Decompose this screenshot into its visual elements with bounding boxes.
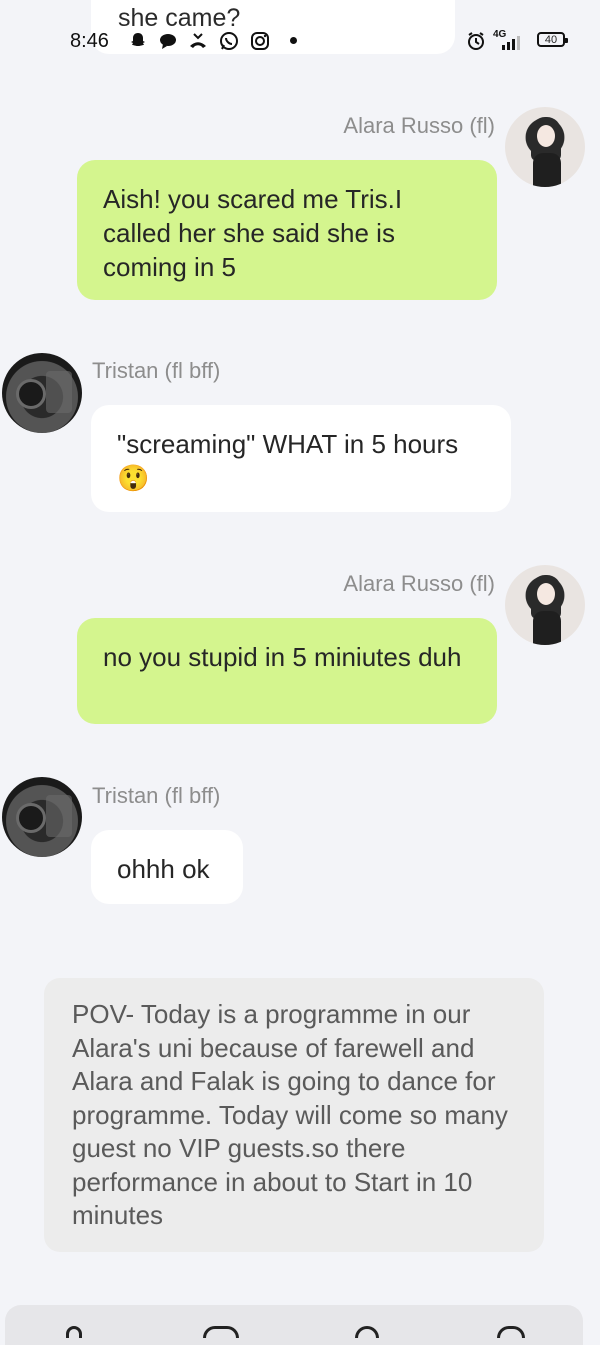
previous-message-text: she came? (118, 4, 241, 32)
message-bubble[interactable]: "screaming" WHAT in 5 hours 😲 (91, 405, 511, 512)
chat-bubble-icon (158, 31, 178, 51)
snapchat-icon (128, 31, 148, 51)
status-time: 8:46 (70, 30, 109, 52)
battery-level: 40 (544, 33, 558, 46)
whatsapp-icon (219, 31, 239, 51)
instagram-icon (250, 31, 270, 51)
avatar-tristan[interactable] (2, 777, 82, 857)
notification-dot-icon (290, 37, 297, 44)
battery-icon: 40 (537, 32, 568, 47)
message-bubble[interactable]: no you stupid in 5 miniutes duh (77, 618, 497, 724)
bottom-action-bar (5, 1305, 583, 1345)
sender-name-tristan: Tristan (fl bff) (92, 783, 221, 808)
alarm-icon (466, 31, 486, 51)
avatar-tristan[interactable] (2, 353, 82, 433)
sender-name-alara: Alara Russo (fl) (343, 571, 495, 596)
message-bubble[interactable]: ohhh ok (91, 830, 243, 904)
signal-icon (500, 36, 522, 55)
comment-icon[interactable] (203, 1326, 239, 1338)
sender-name-alara: Alara Russo (fl) (343, 113, 495, 138)
avatar-alara[interactable] (505, 565, 585, 645)
missed-call-icon (188, 31, 208, 51)
narration-bubble[interactable]: POV- Today is a programme in our Alara's… (44, 978, 544, 1252)
sender-name-tristan: Tristan (fl bff) (92, 358, 221, 383)
message-bubble[interactable]: Aish! you scared me Tris.I called her sh… (77, 160, 497, 300)
profile-icon[interactable] (66, 1326, 82, 1338)
avatar-alara[interactable] (505, 107, 585, 187)
